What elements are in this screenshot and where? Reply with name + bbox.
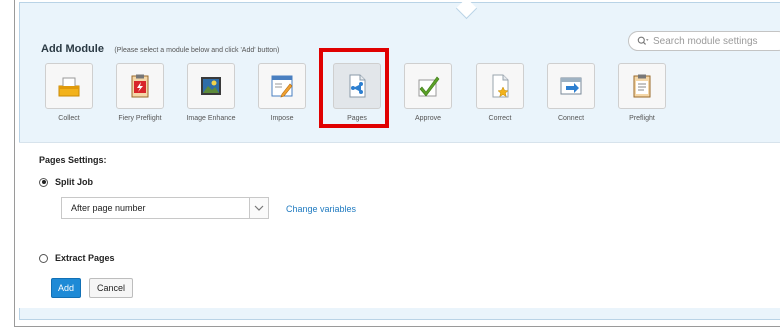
module-label-fiery-preflight: Fiery Preflight xyxy=(118,115,162,122)
fiery-preflight-icon xyxy=(131,74,149,98)
add-module-hint: (Please select a module below and click … xyxy=(114,47,280,54)
extract-pages-option[interactable]: Extract Pages xyxy=(39,253,115,263)
cancel-button[interactable]: Cancel xyxy=(89,278,133,298)
module-label-connect: Connect xyxy=(557,115,585,122)
add-button[interactable]: Add xyxy=(51,278,81,298)
module-label-approve: Approve xyxy=(414,115,442,122)
module-correct[interactable] xyxy=(476,63,524,109)
add-module-title: Add Module xyxy=(41,43,104,55)
split-method-value: After page number xyxy=(71,203,146,213)
image-enhance-icon xyxy=(201,77,221,95)
search-icon xyxy=(637,36,649,45)
pages-settings-title: Pages Settings: xyxy=(39,155,107,165)
add-module-header: Add Module (Please select a module below… xyxy=(41,39,279,57)
module-connect[interactable] xyxy=(547,63,595,109)
module-label-impose: Impose xyxy=(270,115,294,122)
extract-pages-label: Extract Pages xyxy=(55,253,115,263)
module-label-image-enhance: Image Enhance xyxy=(186,115,236,122)
module-approve[interactable] xyxy=(404,63,452,109)
window-frame: Add Module (Please select a module below… xyxy=(14,0,780,327)
module-label-correct: Correct xyxy=(488,115,512,122)
split-method-select[interactable]: After page number xyxy=(61,197,269,219)
impose-icon xyxy=(271,75,293,98)
module-fiery-preflight[interactable] xyxy=(116,63,164,109)
dropdown-toggle[interactable] xyxy=(249,198,268,218)
panel-pointer xyxy=(455,0,478,20)
selection-highlight xyxy=(319,48,389,128)
module-preflight[interactable] xyxy=(618,63,666,109)
module-impose[interactable] xyxy=(258,63,306,109)
module-label-collect: Collect xyxy=(58,115,80,122)
collect-icon xyxy=(58,77,80,97)
module-label-preflight: Preflight xyxy=(629,115,655,122)
radio-selected-dot xyxy=(41,180,46,184)
correct-icon xyxy=(492,74,509,98)
split-job-label: Split Job xyxy=(55,177,93,187)
approve-icon xyxy=(418,76,440,97)
search-placeholder: Search module settings xyxy=(653,35,758,47)
search-box[interactable]: Search module settings xyxy=(628,31,780,51)
split-job-option[interactable]: Split Job xyxy=(39,177,93,187)
pages-settings-panel: Pages Settings: Split Job After page num… xyxy=(19,142,780,308)
extract-pages-radio[interactable] xyxy=(39,253,48,263)
split-job-radio[interactable] xyxy=(39,177,48,187)
module-collect[interactable] xyxy=(45,63,93,109)
change-variables-link[interactable]: Change variables xyxy=(286,204,356,214)
preflight-icon xyxy=(633,74,651,98)
chevron-down-icon xyxy=(254,205,264,211)
module-image-enhance[interactable] xyxy=(187,63,235,109)
connect-icon xyxy=(560,77,582,95)
